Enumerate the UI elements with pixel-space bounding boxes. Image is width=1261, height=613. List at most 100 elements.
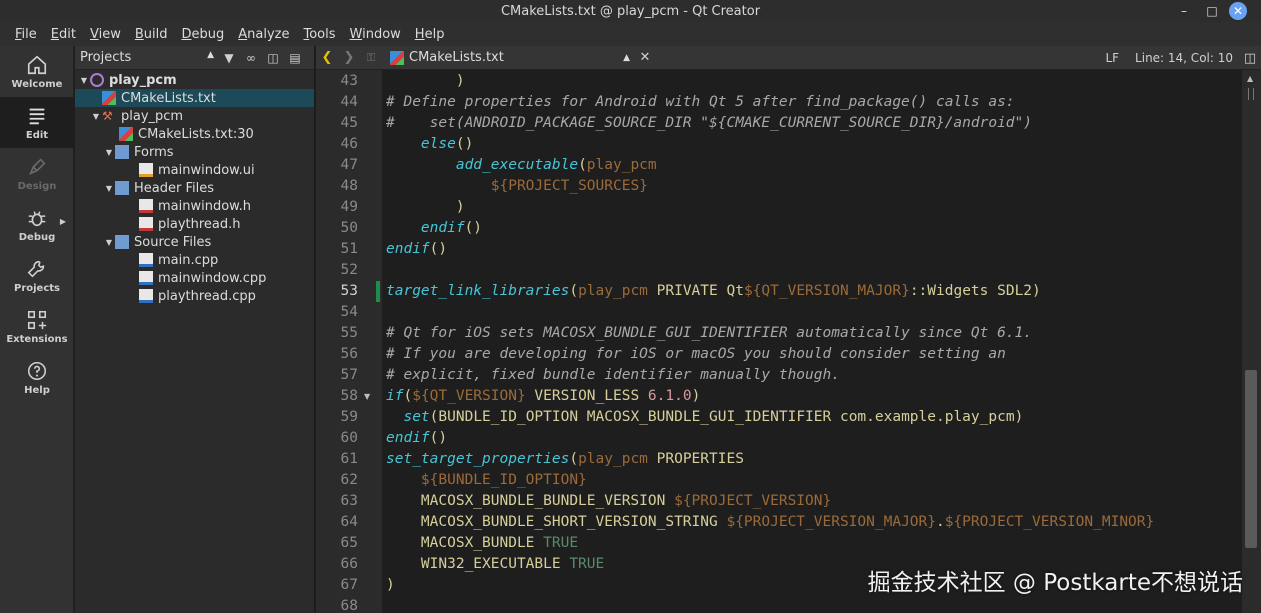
menu-tools[interactable]: Tools: [296, 27, 342, 42]
mode-label: Welcome: [11, 78, 63, 90]
expand-icon[interactable]: ▼: [103, 148, 115, 157]
tree-item-file[interactable]: mainwindow.cpp: [75, 269, 314, 287]
menu-edit[interactable]: Edit: [44, 27, 83, 42]
projects-toolbar: Projects ▲︎ ▼ ∞ ◫ ▤: [75, 46, 314, 70]
menu-file[interactable]: File: [8, 27, 44, 42]
code-line: else(): [386, 134, 473, 155]
projects-pane: Projects ▲︎ ▼ ∞ ◫ ▤ ▼ play_pcm CMakeList…: [75, 46, 315, 613]
menu-build[interactable]: Build: [128, 27, 175, 42]
code-line: ${PROJECT_SOURCES}: [386, 176, 648, 197]
code-line: ): [386, 575, 395, 596]
code-editor[interactable]: ) # Define properties for Android with Qt…: [382, 70, 1242, 613]
line-number: 68: [340, 598, 358, 613]
expand-icon[interactable]: ▼: [90, 112, 102, 121]
scrollbar-thumb[interactable]: [1245, 370, 1257, 548]
code-token: TRUE: [569, 556, 605, 572]
tree-label: Forms: [134, 144, 174, 160]
cmake-file-icon: [119, 127, 133, 141]
mode-label: Design: [17, 180, 57, 192]
projects-view-combo[interactable]: Projects ▲︎: [80, 50, 218, 65]
code-token: ): [691, 388, 701, 404]
code-token: play_pcm: [586, 157, 657, 173]
mode-edit[interactable]: Edit: [0, 97, 74, 148]
close-document-icon[interactable]: ✕: [634, 47, 656, 69]
code-token: (): [429, 430, 448, 446]
vertical-scrollbar[interactable]: ▲: [1242, 70, 1261, 613]
scroll-up-icon[interactable]: ▲: [1247, 74, 1253, 83]
expand-icon[interactable]: ▼: [78, 76, 90, 85]
code-line: ): [386, 71, 465, 92]
tree-item-file[interactable]: CMakeLists.txt:30: [75, 125, 314, 143]
updown-icon: ▲: [623, 52, 630, 63]
minimize-icon[interactable]: –: [1173, 2, 1195, 20]
forward-arrow-icon[interactable]: ❯: [338, 47, 360, 69]
code-token: VERSION_LESS: [525, 388, 648, 404]
code-token: 6.1.0: [647, 388, 692, 404]
ui-file-icon: [139, 163, 153, 177]
code-token: PROPERTIES: [647, 451, 744, 467]
line-number: 45: [340, 115, 358, 131]
line-number-gutter: 43 44 45 46 47 48 49 50 51 52 53 54 55 56 57 58 ▼ 59 60 61 6…: [316, 70, 382, 613]
menu-help[interactable]: Help: [408, 27, 452, 42]
mode-label: Extensions: [6, 333, 68, 345]
maximize-icon[interactable]: □: [1201, 2, 1223, 20]
menu-debug[interactable]: Debug: [174, 27, 231, 42]
tree-item-file[interactable]: mainwindow.ui: [75, 161, 314, 179]
code-token: endif: [420, 220, 465, 236]
tree-item-file[interactable]: CMakeLists.txt: [75, 89, 314, 107]
mode-help[interactable]: Help: [0, 352, 74, 403]
menu-analyze[interactable]: Analyze: [231, 27, 296, 42]
tree-item-target[interactable]: ▼ ⚒ play_pcm: [75, 107, 314, 125]
line-number: 51: [340, 241, 358, 257]
line-number: 60: [340, 430, 358, 446]
split-editor-icon[interactable]: ◫: [1239, 47, 1261, 69]
tree-item-folder[interactable]: ▼ Forms: [75, 143, 314, 161]
home-icon: [27, 55, 47, 74]
cursor-position[interactable]: Line: 14, Col: 10: [1135, 51, 1233, 65]
tree-item-file[interactable]: main.cpp: [75, 251, 314, 269]
header-file-icon: [139, 199, 153, 213]
mode-design[interactable]: Design: [0, 148, 74, 199]
fold-marker-icon[interactable]: ▼: [364, 392, 370, 401]
window-title: CMakeLists.txt @ play_pcm - Qt Creator: [500, 3, 761, 19]
project-icon: [90, 73, 104, 87]
expand-icon[interactable]: ▼: [103, 184, 115, 193]
tree-item-file[interactable]: mainwindow.h: [75, 197, 314, 215]
close-window-icon[interactable]: ✕: [1229, 2, 1247, 20]
code-token: (BUNDLE_ID_OPTION MACOSX_BUNDLE_GUI_IDEN…: [429, 409, 1024, 425]
code-token: MACOSX_BUNDLE_BUNDLE_VERSION: [386, 493, 675, 509]
mode-debug[interactable]: Debug ▶: [0, 199, 74, 250]
split-icon[interactable]: ◫: [262, 47, 284, 69]
link-icon[interactable]: ∞: [240, 47, 262, 69]
tree-label: mainwindow.h: [158, 198, 251, 214]
code-token: ${PROJECT_VERSION_MINOR}: [944, 514, 1155, 530]
back-arrow-icon[interactable]: ❮: [316, 47, 338, 69]
tree-label: CMakeLists.txt: [121, 90, 216, 106]
line-number: 62: [340, 472, 358, 488]
code-token: (: [569, 451, 579, 467]
code-token: (): [455, 136, 474, 152]
pen-icon: [29, 157, 46, 175]
code-token: PRIVATE Qt: [647, 283, 744, 299]
extensions-icon: [27, 310, 47, 329]
tree-item-folder[interactable]: ▼ Source Files: [75, 233, 314, 251]
tree-item-project[interactable]: ▼ play_pcm: [75, 71, 314, 89]
tree-item-folder[interactable]: ▼ Header Files: [75, 179, 314, 197]
line-ending[interactable]: LF: [1105, 51, 1119, 65]
mode-projects[interactable]: Projects: [0, 250, 74, 301]
line-number: 55: [340, 325, 358, 341]
mode-extensions[interactable]: Extensions: [0, 301, 74, 352]
tree-item-file[interactable]: playthread.h: [75, 215, 314, 233]
menu-window[interactable]: Window: [343, 27, 408, 42]
code-line: endif(): [386, 428, 447, 449]
expand-icon[interactable]: ▼: [103, 238, 115, 247]
tree-item-file[interactable]: playthread.cpp: [75, 287, 314, 305]
menu-view[interactable]: View: [83, 27, 128, 42]
filter-icon[interactable]: ▼: [218, 47, 240, 69]
mode-welcome[interactable]: Welcome: [0, 46, 74, 97]
close-pane-icon[interactable]: ▤: [284, 47, 306, 69]
editor-toolbar: ❮ ❯ ⚿ CMakeLists.txt ▲ ✕ LF Line: 14, Co…: [316, 46, 1261, 70]
code-token: ${PROJECT_VERSION_MAJOR}: [726, 514, 936, 530]
open-documents-combo[interactable]: CMakeLists.txt ▲: [390, 50, 634, 65]
